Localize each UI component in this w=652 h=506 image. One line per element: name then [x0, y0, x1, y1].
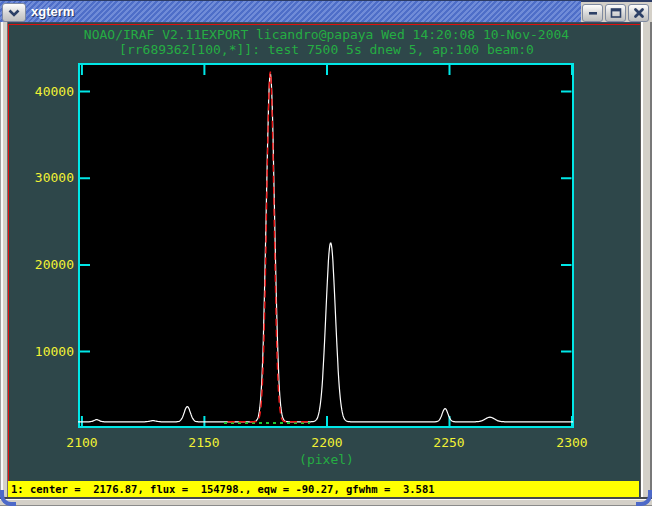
x-tick-label: 2300 — [542, 435, 602, 450]
titlebar-buttons — [581, 1, 652, 23]
titlebar-separator — [0, 22, 652, 23]
y-tick-label: 30000 — [0, 170, 74, 186]
title-bar[interactable]: xgterm — [0, 0, 652, 22]
chevron-down-icon — [8, 9, 20, 17]
window-menu-button[interactable] — [2, 3, 26, 22]
close-icon — [633, 7, 645, 19]
minimize-icon — [587, 7, 599, 19]
close-button[interactable] — [628, 4, 649, 22]
xgterm-window: { "window": { "title": "xgterm" }, "term… — [0, 0, 652, 506]
y-tick-label: 20000 — [0, 257, 74, 273]
window-frame-bottom — [0, 497, 652, 506]
y-tick-label: 10000 — [0, 344, 74, 360]
y-tick-label: 40000 — [0, 84, 74, 100]
window-title: xgterm — [31, 4, 74, 19]
gaussian-fit-line — [228, 72, 312, 422]
maximize-icon — [610, 7, 622, 19]
maximize-button[interactable] — [605, 4, 626, 22]
x-tick-label: 2200 — [297, 435, 357, 450]
x-tick-label: 2150 — [174, 435, 234, 450]
x-tick-label: 2250 — [419, 435, 479, 450]
minimize-button[interactable] — [582, 4, 603, 22]
x-axis-title: (pixel) — [1, 452, 652, 467]
window-frame-right — [640, 22, 652, 498]
plot-box — [79, 64, 573, 427]
x-tick-label: 2100 — [52, 435, 112, 450]
spectrum-plot — [0, 0, 652, 506]
window-frame-left — [0, 22, 8, 498]
spectrum-line — [78, 74, 573, 421]
status-bar: 1: center = 2176.87, flux = 154798., eqw… — [8, 481, 639, 497]
